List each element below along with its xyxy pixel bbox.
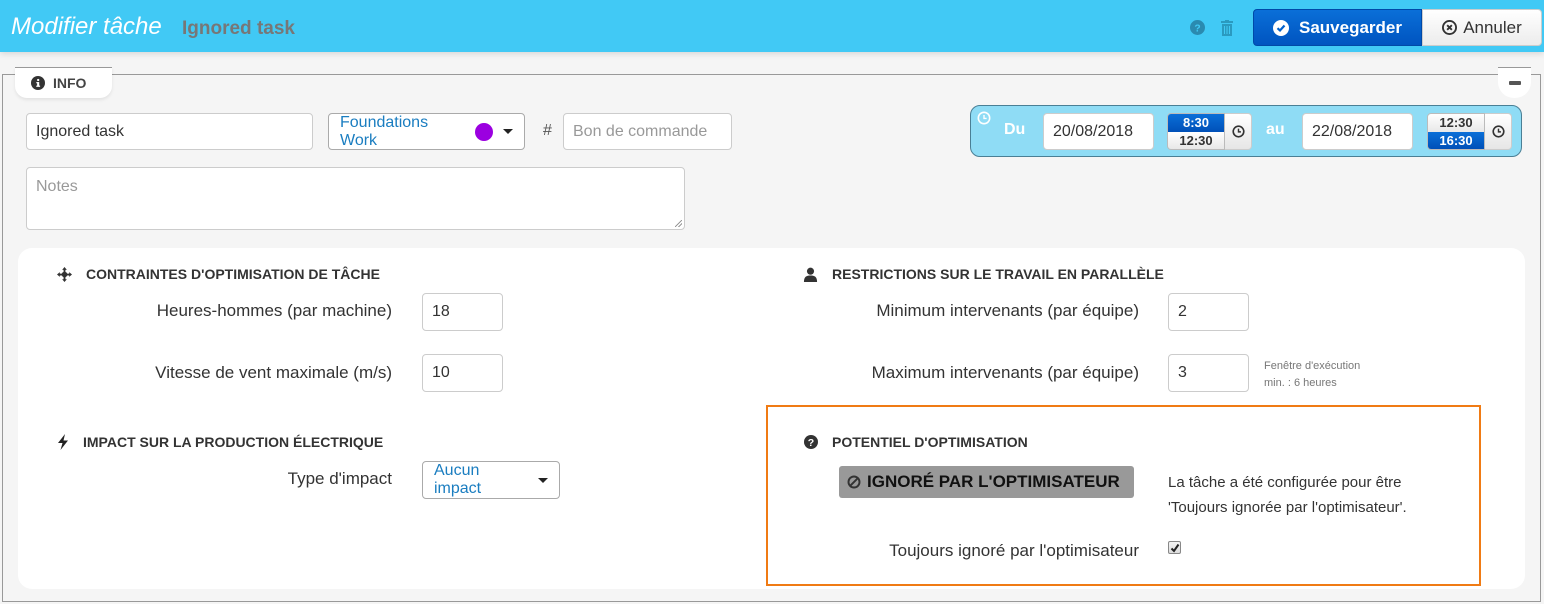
check-circle-icon <box>1273 19 1289 36</box>
description-line: 'Toujours ignorée par l'optimisateur'. <box>1168 499 1407 516</box>
help-icon: ? <box>804 435 818 449</box>
field-label: Maximum intervenants (par équipe) <box>871 363 1139 382</box>
impact-title: IMPACT SUR LA PRODUCTION ÉLECTRIQUE <box>83 434 384 450</box>
notes-textarea[interactable]: Notes <box>26 167 685 230</box>
info-tab-label: INFO <box>53 75 87 91</box>
cancel-label: Annuler <box>1463 17 1522 37</box>
field-label: Heures-hommes (par machine) <box>156 301 392 320</box>
info-icon <box>31 76 45 90</box>
caret-down-icon <box>538 477 548 483</box>
to-time-option[interactable]: 12:30 <box>1428 114 1484 132</box>
from-time-picker: 8:30 12:30 <box>1167 113 1225 150</box>
page-header: Modifier tâche Ignored task ? Sauvegarde… <box>0 0 1544 52</box>
ban-icon <box>847 475 861 489</box>
help-icon[interactable]: ? <box>1190 20 1205 35</box>
from-time-option[interactable]: 12:30 <box>1168 131 1224 149</box>
category-label: Foundations Work <box>340 113 429 149</box>
crosshair-icon <box>57 266 72 282</box>
hint-line: min. : 6 heures <box>1264 377 1337 389</box>
parallel-header: RESTRICTIONS SUR LE TRAVAIL EN PARALLÈLE <box>803 266 1164 282</box>
from-time-option[interactable]: 8:30 <box>1168 114 1224 132</box>
optimization-header: ? POTENTIEL D'OPTIMISATION <box>804 434 1028 450</box>
min-workers-input[interactable]: 2 <box>1168 293 1249 331</box>
to-clock-button[interactable] <box>1485 113 1512 150</box>
minus-icon <box>1508 81 1521 85</box>
clock-icon <box>1491 125 1505 138</box>
page-title: Modifier tâche <box>11 13 162 40</box>
optimization-title: POTENTIEL D'OPTIMISATION <box>832 434 1028 450</box>
execution-window-hint: Fenêtre d'exécution min. : 6 heures <box>1264 358 1360 392</box>
impact-header: IMPACT SUR LA PRODUCTION ÉLECTRIQUE <box>57 434 383 450</box>
info-tab[interactable]: INFO <box>15 67 112 98</box>
from-label: Du <box>1004 121 1026 138</box>
field-label: Type d'impact <box>287 469 392 488</box>
collapse-button[interactable] <box>1498 67 1531 98</box>
trash-icon[interactable] <box>1220 20 1235 36</box>
category-select[interactable]: Foundations Work <box>328 113 525 150</box>
to-label: au <box>1266 121 1285 138</box>
notes-placeholder: Notes <box>36 178 78 195</box>
close-circle-icon <box>1442 20 1458 35</box>
ignored-status-badge: IGNORÉ PAR L'OPTIMISATEUR <box>839 466 1134 498</box>
checkmark-icon <box>1170 543 1179 553</box>
parallel-title: RESTRICTIONS SUR LE TRAVAIL EN PARALLÈLE <box>832 266 1164 282</box>
task-subtitle: Ignored task <box>182 18 295 39</box>
hash-label: # <box>543 122 552 139</box>
date-range-panel: Du 20/08/2018 8:30 12:30 au 22/08/2018 1… <box>970 105 1522 157</box>
constraints-header: CONTRAINTES D'OPTIMISATION DE TÂCHE <box>57 266 380 282</box>
impact-type-select[interactable]: Aucun impact <box>422 461 560 499</box>
from-clock-button[interactable] <box>1225 113 1252 150</box>
clock-icon <box>977 111 991 125</box>
clock-icon <box>1231 125 1245 138</box>
impact-type-value: Aucun impact <box>434 462 482 497</box>
task-name-input[interactable]: Ignored task <box>26 113 313 150</box>
order-number-input[interactable]: Bon de commande <box>563 113 732 150</box>
save-button[interactable]: Sauvegarder <box>1253 9 1422 46</box>
category-color-dot <box>475 122 493 141</box>
max-wind-speed-input[interactable]: 10 <box>422 354 503 392</box>
field-label: Minimum intervenants (par équipe) <box>876 301 1139 320</box>
cancel-button[interactable]: Annuler <box>1422 9 1542 46</box>
constraints-title: CONTRAINTES D'OPTIMISATION DE TÂCHE <box>86 266 380 282</box>
always-ignored-checkbox[interactable] <box>1168 541 1181 554</box>
resize-handle[interactable] <box>675 220 682 227</box>
caret-down-icon <box>503 129 513 134</box>
man-hours-input[interactable]: 18 <box>422 293 503 331</box>
user-icon <box>803 267 818 282</box>
bolt-icon <box>58 434 68 450</box>
to-date-input[interactable]: 22/08/2018 <box>1302 113 1413 150</box>
field-label: Vitesse de vent maximale (m/s) <box>155 363 392 382</box>
to-time-option[interactable]: 16:30 <box>1428 131 1484 149</box>
svg-text:?: ? <box>808 437 814 449</box>
max-workers-input[interactable]: 3 <box>1168 354 1249 392</box>
svg-text:?: ? <box>1194 23 1200 34</box>
save-label: Sauvegarder <box>1299 17 1402 37</box>
always-ignored-label: Toujours ignoré par l'optimisateur <box>889 541 1139 560</box>
hint-line: Fenêtre d'exécution <box>1264 360 1361 372</box>
description-line: La tâche a été configurée pour être <box>1168 474 1402 491</box>
ignored-badge-label: IGNORÉ PAR L'OPTIMISATEUR <box>867 472 1120 491</box>
to-time-picker: 12:30 16:30 <box>1427 113 1485 150</box>
optimization-description: La tâche a été configurée pour être 'Tou… <box>1168 470 1407 520</box>
from-date-input[interactable]: 20/08/2018 <box>1043 113 1154 150</box>
